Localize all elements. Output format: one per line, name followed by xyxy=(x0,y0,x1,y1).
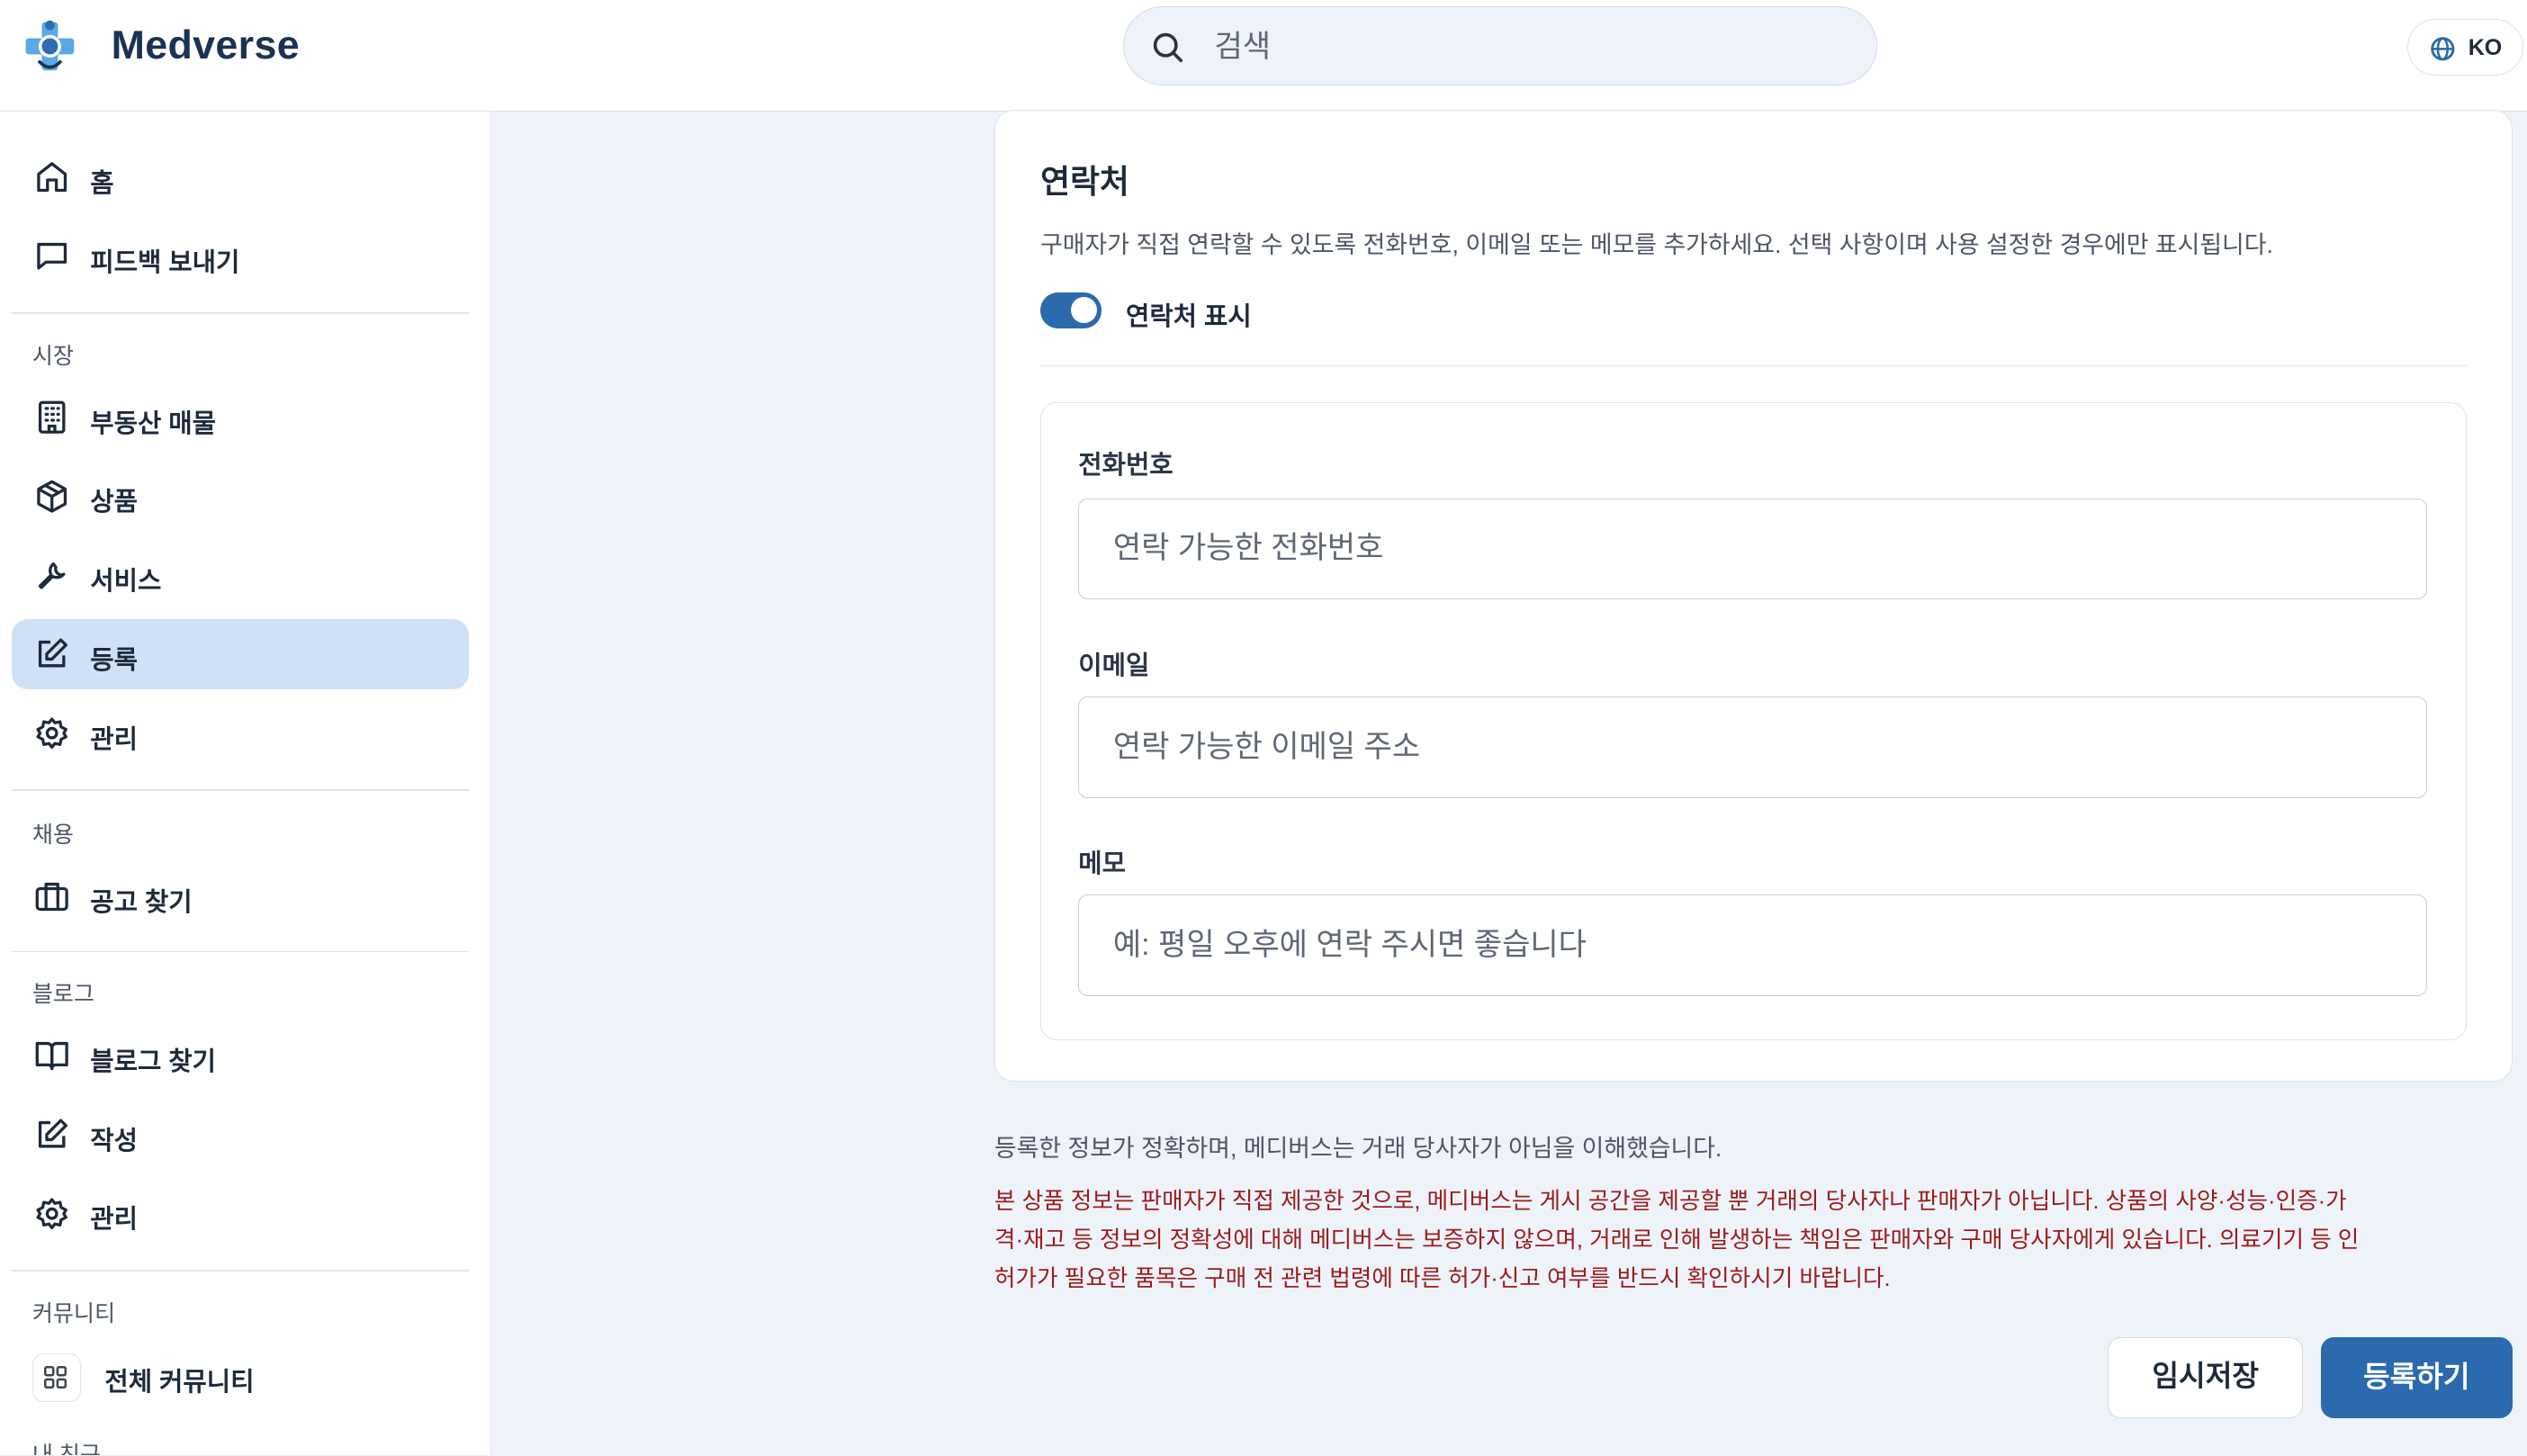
disclaimer-line: 격·재고 등 정보의 정확성에 대해 메디버스는 보증하지 않으며, 거래로 인… xyxy=(994,1227,2360,1254)
contact-fields-panel: 전화번호 이메일 메모 xyxy=(1040,401,2467,1041)
sidebar-item-find-jobs[interactable]: 공고 찾기 xyxy=(12,860,470,931)
grid-icon xyxy=(44,1365,67,1389)
search-input[interactable] xyxy=(1210,24,1830,70)
phone-label: 전화번호 xyxy=(1078,451,1174,481)
phone-input[interactable] xyxy=(1078,498,2428,600)
settings-icon xyxy=(36,1198,67,1229)
edit-icon xyxy=(38,638,67,668)
app-root: Medverse KO 홈 xyxy=(0,0,2527,1456)
home-icon xyxy=(36,162,67,193)
submit-button[interactable]: 등록하기 xyxy=(2320,1337,2513,1418)
message-square-icon xyxy=(36,242,67,270)
section-title-community: 커뮤니티 xyxy=(31,1300,116,1326)
show-contact-toggle[interactable] xyxy=(1040,292,1102,328)
sidebar-item-products[interactable]: 상품 xyxy=(12,461,470,532)
sidebar-item-blog-manage[interactable]: 관리 xyxy=(12,1178,470,1249)
sidebar-item-label: 관리 xyxy=(90,1205,138,1235)
sidebar-item-find-blogs[interactable]: 블로그 찾기 xyxy=(12,1020,470,1092)
globe-icon xyxy=(2430,37,2455,61)
memo-input[interactable] xyxy=(1078,894,2428,996)
sidebar-divider xyxy=(11,950,470,953)
email-label: 이메일 xyxy=(1078,651,1150,680)
sidebar: 홈 피드백 보내기 시장 부동산 매물 상품 서비스 등록 관리 채용 공고 찾… xyxy=(0,111,492,1456)
legal-disclaimer: 본 상품 정보는 판매자가 직접 제공한 것으로, 메디버스는 게시 공간을 제… xyxy=(994,1182,2513,1299)
card-divider xyxy=(1040,364,2467,367)
sidebar-divider xyxy=(11,312,470,315)
agreement-text: 등록한 정보가 정확하며, 메디버스는 거래 당사자가 아님을 이해했습니다. xyxy=(994,1134,1722,1162)
search-icon xyxy=(1153,32,1183,63)
sidebar-item-label: 작성 xyxy=(90,1126,138,1155)
briefcase-icon xyxy=(35,882,68,912)
sidebar-item-market-manage[interactable]: 관리 xyxy=(12,697,470,768)
disclaimer-line: 허가가 필요한 품목은 구매 전 관련 법령에 따른 허가·신고 여부를 반드시… xyxy=(994,1266,1891,1292)
section-title-market: 시장 xyxy=(31,344,74,370)
book-open-icon xyxy=(35,1042,68,1071)
sidebar-item-label: 상품 xyxy=(90,488,138,517)
section-title-jobs: 채용 xyxy=(31,822,74,848)
top-header: Medverse KO xyxy=(0,0,2527,112)
sidebar-item-real-estate[interactable]: 부동산 매물 xyxy=(12,382,470,453)
sidebar-item-label: 홈 xyxy=(90,168,114,198)
show-contact-label: 연락처 표시 xyxy=(1125,301,1252,331)
disclaimer-line: 본 상품 정보는 판매자가 직접 제공한 것으로, 메디버스는 게시 공간을 제… xyxy=(994,1189,2347,1215)
sidebar-item-write[interactable]: 작성 xyxy=(12,1099,470,1170)
section-title-blog: 블로그 xyxy=(31,982,94,1008)
wrench-icon xyxy=(38,562,66,589)
contact-description: 구매자가 직접 연락할 수 있도록 전화번호, 이메일 또는 메모를 추가하세요… xyxy=(1040,230,2273,258)
contact-title: 연락처 xyxy=(1040,163,1129,200)
sidebar-item-label: 서비스 xyxy=(90,567,162,597)
sidebar-item-label: 블로그 찾기 xyxy=(90,1047,216,1076)
sidebar-item-label: 전체 커뮤니티 xyxy=(104,1368,255,1398)
sidebar-item-register[interactable]: 등록 xyxy=(11,618,470,690)
language-code: KO xyxy=(2468,34,2503,60)
search-bar[interactable] xyxy=(1123,6,1878,85)
section-title-friends: 내 친구 xyxy=(32,1437,101,1455)
language-selector[interactable]: KO xyxy=(2407,19,2524,76)
medverse-logo-icon[interactable] xyxy=(22,19,77,76)
sidebar-item-all-communities[interactable]: 전체 커뮤니티 xyxy=(12,1341,470,1412)
sidebar-divider xyxy=(11,1270,470,1272)
sidebar-item-home[interactable]: 홈 xyxy=(12,142,470,213)
sidebar-item-feedback[interactable]: 피드백 보내기 xyxy=(12,220,470,292)
building-icon xyxy=(38,400,66,434)
sidebar-item-services[interactable]: 서비스 xyxy=(12,540,470,611)
sidebar-item-label: 등록 xyxy=(90,645,138,675)
grid-icon-box xyxy=(31,1353,81,1402)
sidebar-item-label: 관리 xyxy=(90,724,138,754)
sidebar-item-label: 피드백 보내기 xyxy=(90,247,240,277)
email-input[interactable] xyxy=(1078,696,2428,798)
edit-icon xyxy=(38,1119,67,1148)
sidebar-item-label: 공고 찾기 xyxy=(90,887,193,917)
sidebar-item-label: 부동산 매물 xyxy=(90,409,216,438)
save-draft-button[interactable]: 임시저장 xyxy=(2108,1337,2304,1418)
sidebar-divider xyxy=(11,789,470,792)
package-icon xyxy=(36,480,67,513)
memo-label: 메모 xyxy=(1078,849,1126,878)
contact-card: 연락처 구매자가 직접 연락할 수 있도록 전화번호, 이메일 또는 메모를 추… xyxy=(994,109,2513,1082)
brand-name[interactable]: Medverse xyxy=(112,22,300,68)
settings-icon xyxy=(36,717,67,750)
